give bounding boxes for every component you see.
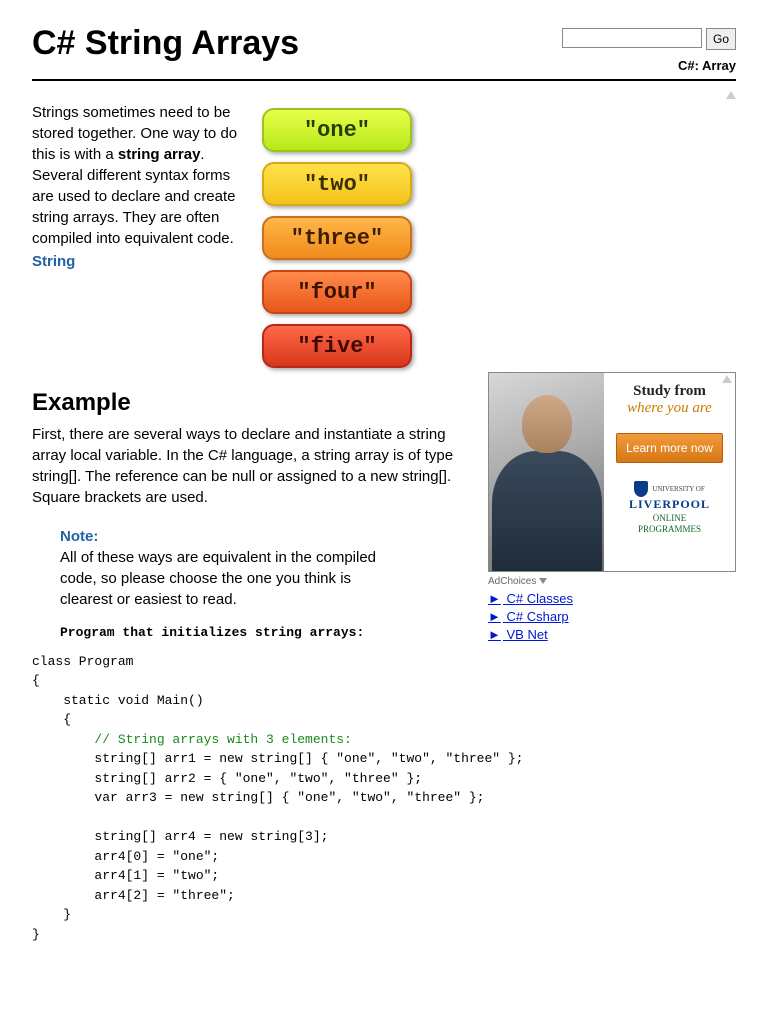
pill-one: "one" <box>262 108 412 152</box>
pill-illustration: "one" "two" "three" "four" "five" <box>262 108 412 368</box>
ad-learn-more-button[interactable]: Learn more now <box>616 433 723 463</box>
ad-link-csharp-csharp[interactable]: ► C# Csharp <box>488 609 736 624</box>
page-title: C# String Arrays <box>32 24 299 63</box>
shield-icon <box>634 481 648 497</box>
ad-link-csharp-classes[interactable]: ► C# Classes <box>488 591 736 606</box>
adchoices-icon <box>539 578 547 584</box>
breadcrumb-lang[interactable]: C# <box>678 58 695 73</box>
ad-marker-icon[interactable] <box>32 91 736 102</box>
ad-university-logo: UNIVERSITY OF LIVERPOOL ONLINEPROGRAMMES <box>612 481 727 535</box>
ad-info-icon[interactable] <box>722 375 732 385</box>
code-title: Program that initializes string arrays: <box>60 624 472 642</box>
intro-paragraph: Strings sometimes need to be stored toge… <box>32 102 242 249</box>
adchoices-label[interactable]: AdChoices <box>488 576 736 587</box>
pill-two: "two" <box>262 162 412 206</box>
note-label: Note: <box>60 526 400 547</box>
example-body: First, there are several ways to declare… <box>32 424 472 508</box>
search-input[interactable] <box>562 28 702 48</box>
sidebar-ad[interactable]: Study from where you are Learn more now … <box>488 372 736 572</box>
example-heading: Example <box>32 386 472 420</box>
code-block: class Program { static void Main() { // … <box>32 652 736 945</box>
note-body: All of these ways are equivalent in the … <box>60 547 400 610</box>
search-go-button[interactable]: Go <box>706 28 736 50</box>
ad-headline-2: where you are <box>612 400 727 417</box>
string-link[interactable]: String <box>32 253 75 270</box>
ad-photo <box>489 373 604 571</box>
ad-headline-1: Study from <box>612 383 727 400</box>
breadcrumb-topic[interactable]: Array <box>702 58 736 73</box>
breadcrumb: C#: Array <box>678 58 736 73</box>
divider <box>32 79 736 81</box>
ad-link-vb-net[interactable]: ► VB Net <box>488 627 736 642</box>
pill-five: "five" <box>262 324 412 368</box>
pill-four: "four" <box>262 270 412 314</box>
pill-three: "three" <box>262 216 412 260</box>
